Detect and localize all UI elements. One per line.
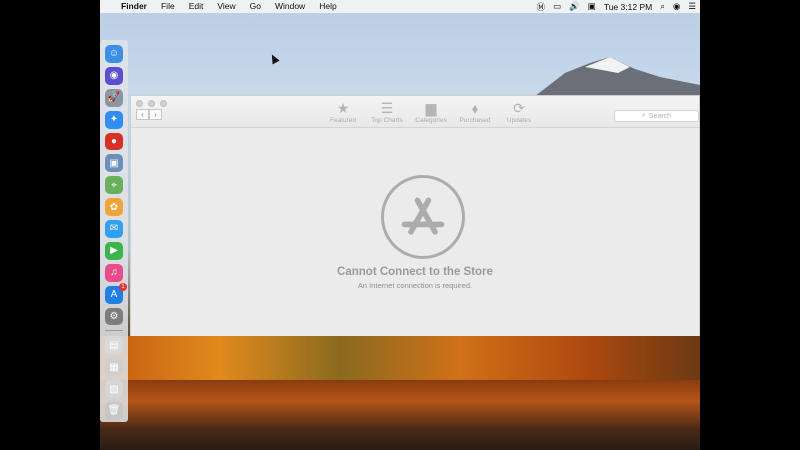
purchased-icon: ⬧ [471, 100, 479, 116]
lake-reflection-wallpaper [100, 380, 700, 450]
menu-bar: Finder File Edit View Go Window Help Ⓜ ▭… [100, 0, 700, 13]
finder-icon[interactable]: ☺ [105, 45, 123, 63]
maps-icon[interactable]: ⌖ [105, 176, 123, 195]
safari-icon[interactable]: ✦ [105, 110, 123, 129]
menubar-clock[interactable]: Tue 3:12 PM [600, 2, 656, 12]
zoom-button[interactable] [160, 100, 167, 107]
tab-label: Categories [415, 117, 447, 124]
tab-featured[interactable]: ★ Featured [321, 100, 365, 124]
launchpad-icon[interactable]: 🚀 [105, 88, 123, 107]
close-button[interactable] [136, 100, 143, 107]
facetime-icon[interactable]: ▶ [105, 241, 123, 260]
tab-categories[interactable]: ▆ Categories [409, 100, 453, 124]
malwarebytes-icon[interactable]: Ⓜ [533, 1, 550, 13]
tab-updates[interactable]: ⟳ Updates [497, 100, 541, 124]
top-charts-icon: ☰ [380, 100, 394, 116]
notification-badge: 1 [119, 282, 127, 291]
mountain-wallpaper [530, 57, 700, 100]
minimize-button[interactable] [148, 100, 155, 107]
store-content: Cannot Connect to the Store An Internet … [131, 129, 699, 336]
app-store-icon[interactable]: A1 [105, 282, 127, 304]
screenshot-stack-icon[interactable]: ▧ [105, 380, 123, 398]
trash-icon[interactable]: 🗑 [105, 402, 123, 420]
app-store-window: ‹ › ★ Featured ☰ Top Charts ▆ Categories ⬧ Purc… [130, 95, 700, 336]
menu-view[interactable]: View [210, 0, 242, 13]
messages-icon[interactable]: ✉ [105, 220, 123, 238]
menu-edit[interactable]: Edit [182, 0, 211, 13]
tab-label: Top Charts [371, 117, 403, 124]
tab-label: Purchased [459, 117, 491, 124]
photos-icon[interactable]: ✿ [105, 198, 123, 216]
preview-icon[interactable]: ▣ [105, 154, 123, 173]
chrome-icon[interactable]: ● [105, 132, 123, 151]
tab-label: Updates [506, 117, 532, 124]
categories-icon: ▆ [425, 100, 437, 116]
forward-button[interactable]: › [149, 109, 162, 120]
system-preferences-icon[interactable]: ⚙ [105, 307, 123, 326]
tab-purchased[interactable]: ⬧ Purchased [453, 100, 497, 124]
updates-icon: ⟳ [513, 100, 525, 116]
error-subtitle: An Internet connection is required. [357, 281, 473, 290]
search-icon: ⌕ [641, 112, 646, 119]
window-toolbar: ‹ › ★ Featured ☰ Top Charts ▆ Categories ⬧ Purc… [131, 96, 699, 128]
featured-icon: ★ [336, 100, 350, 116]
search-placeholder: Search [648, 112, 672, 120]
itunes-icon[interactable]: ♫ [105, 263, 123, 282]
tab-top-charts[interactable]: ☰ Top Charts [365, 100, 409, 124]
menu-help[interactable]: Help [312, 0, 343, 13]
document-stack-icon[interactable]: ▤ [105, 336, 123, 355]
menu-file[interactable]: File [154, 0, 182, 13]
dock-separator [105, 330, 123, 332]
spotlight-icon[interactable]: ⌕ [656, 1, 669, 12]
back-button[interactable]: ‹ [136, 109, 149, 120]
menu-window[interactable]: Window [268, 0, 312, 13]
search-field[interactable]: ⌕ Search [614, 110, 699, 122]
battery-icon[interactable]: ▣ [584, 1, 600, 12]
app-menu-finder[interactable]: Finder [114, 0, 154, 13]
notification-center-icon[interactable]: ☰ [684, 1, 700, 12]
siri-icon[interactable]: ◉ [105, 66, 123, 85]
tab-label: Featured [329, 117, 357, 124]
error-title: Cannot Connect to the Store [337, 266, 493, 278]
downloads-stack-icon[interactable]: ▦ [105, 358, 123, 377]
volume-icon[interactable]: 🔊 [565, 1, 584, 12]
store-tabs: ★ Featured ☰ Top Charts ▆ Categories ⬧ Purchase… [321, 100, 541, 124]
dock: ☺ ◉ 🚀 ✦ ● ▣ ⌖ ✿ ✉ ▶ ♫ A 1 ⚙ ▤ ▦ ▧ 🗑 [100, 40, 128, 422]
autumn-trees-wallpaper [100, 336, 700, 386]
menu-go[interactable]: Go [243, 0, 268, 13]
app-store-logo-icon [381, 175, 465, 259]
siri-menubar-icon[interactable]: ◉ [669, 1, 684, 12]
airplay-icon[interactable]: ▭ [549, 1, 565, 12]
